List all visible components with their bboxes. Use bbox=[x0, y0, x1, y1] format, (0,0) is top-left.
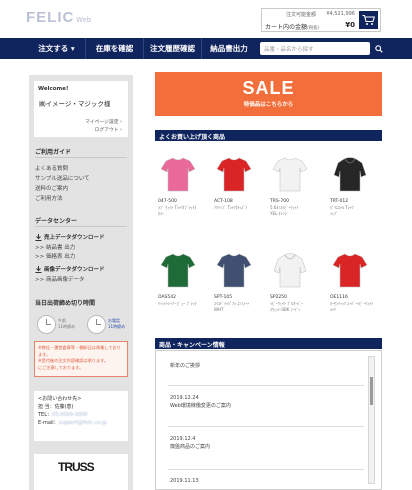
nav-order[interactable]: 注文する ▾ bbox=[28, 38, 86, 59]
clock-icon bbox=[87, 315, 106, 334]
product-code: TRT-012 bbox=[330, 199, 349, 204]
sale-banner[interactable]: SALE 特価品はこちらから bbox=[155, 72, 382, 116]
divider bbox=[35, 226, 127, 227]
guide-link-usage[interactable]: ご利用方法 bbox=[35, 194, 63, 202]
mypage-link[interactable]: マイページ設定 › bbox=[85, 118, 122, 125]
search-icon bbox=[374, 44, 383, 53]
product-image[interactable] bbox=[270, 155, 310, 193]
product-image[interactable] bbox=[330, 251, 370, 289]
divider bbox=[168, 469, 364, 470]
product-code: ACT-108 bbox=[214, 199, 233, 204]
product-image[interactable] bbox=[214, 251, 254, 289]
cart-summary[interactable]: 注文可能金額 ¥4,521,996 カート内の金額(税抜) ¥0 bbox=[261, 8, 381, 32]
product-image[interactable] bbox=[158, 251, 198, 289]
product-image[interactable] bbox=[214, 155, 254, 193]
product-card[interactable]: 047-500 ﾗﾌﾞ ｳｪｲﾄ Tｼｬﾂ(ﾌﾞﾗｯｸ) ｶﾗｰ bbox=[158, 155, 204, 216]
product-name: ｵｰｾﾝﾃｨｯｸ ｽｰﾊﾟｰﾍﾋﾞｰｳｪｲﾄ ｼｬﾂ bbox=[330, 301, 374, 312]
product-name: ﾗﾌﾞ ｳｪｲﾄ Tｼｬﾂ(ﾌﾞﾗｯｸ) ｶﾗｰ bbox=[158, 205, 197, 216]
product-image[interactable] bbox=[158, 155, 198, 193]
product-card[interactable]: SP2250 ﾍﾋﾞｰｳｪｲﾄ ﾌﾟﾙｵｰﾊﾞｰ ｽｳｪｯﾄ-SBK ﾌｰﾃﾞｨ bbox=[270, 251, 316, 312]
welcome-box: Welcome! ㈱イメージ・マジック様 マイページ設定 › ログアウト › bbox=[34, 81, 128, 137]
download-icon bbox=[35, 265, 42, 273]
nav-history[interactable]: 注文履歴確認 bbox=[144, 38, 202, 59]
search-button[interactable] bbox=[372, 42, 385, 55]
product-card[interactable]: TRS-700 5.6ｵﾝｽﾍﾋﾞｰｳｪｲﾄ YEL-ｵﾚﾝｼﾞ bbox=[270, 155, 316, 216]
guide-link-faq[interactable]: よくある質問 bbox=[35, 164, 68, 172]
product-image[interactable] bbox=[270, 251, 310, 289]
cart-total-value: ¥0 bbox=[345, 21, 355, 29]
divider bbox=[35, 157, 127, 158]
popular-products-heading: よくお買い上げ頂く商品 bbox=[155, 130, 382, 141]
company-name: ㈱イメージ・マジック様 bbox=[39, 100, 111, 108]
datacenter-heading: データセンター bbox=[35, 218, 78, 225]
clock-icon bbox=[37, 315, 56, 334]
product-code: OAS542 bbox=[158, 295, 176, 300]
logout-link[interactable]: ログアウト › bbox=[95, 126, 122, 133]
welcome-heading: Welcome! bbox=[38, 86, 69, 92]
news-item[interactable]: 2019.12.24 Web環境稼働変更のご案内 bbox=[170, 394, 231, 410]
cutoff-heading: 当日出荷締め切り時間 bbox=[35, 300, 96, 307]
contact-tel: TEL：03-0000-0000 bbox=[38, 412, 88, 418]
site-logo[interactable]: FELIC Web bbox=[26, 9, 91, 26]
product-code: 047-500 bbox=[158, 199, 177, 204]
scrollbar-thumb[interactable] bbox=[370, 377, 373, 405]
product-name: ｽｲｽﾄﾞﾗｲﾊﾟﾌｫ ｺﾝﾌｫｰﾄ WHT bbox=[214, 301, 250, 312]
contact-title: <お問い合わせ先> bbox=[38, 396, 82, 402]
product-name: ﾘﾐｯﾄﾄﾚｰﾅｰ ﾋﾞｭｰ ﾌﾞﾗｯｸ bbox=[158, 301, 197, 306]
product-image[interactable] bbox=[330, 155, 370, 193]
clock2-text: お電話 11時締め bbox=[108, 318, 126, 329]
news-list: 新年のご挨拶 2019.12.24 Web環境稼働変更のご案内 2019.12.4… bbox=[155, 350, 382, 490]
news-scrollbar[interactable] bbox=[368, 356, 375, 484]
invoice-output-link[interactable]: >> 納品書 出力 bbox=[35, 243, 75, 251]
product-card[interactable]: OAS542 ﾘﾐｯﾄﾄﾚｰﾅｰ ﾋﾞｭｰ ﾌﾞﾗｯｸ bbox=[158, 251, 204, 307]
image-download[interactable]: 画像データダウンロード bbox=[35, 265, 105, 273]
product-card[interactable]: ACT-108 ｱｸﾃｨﾌﾞ Tｼｬﾂ(ｷｯｽﾞ) bbox=[214, 155, 260, 211]
nav-stock[interactable]: 在庫を確認 bbox=[86, 38, 144, 59]
news-heading: 商品・キャンペーン情報 bbox=[155, 338, 382, 349]
divider bbox=[168, 385, 364, 386]
divider bbox=[168, 426, 364, 427]
product-code: SP2250 bbox=[270, 295, 288, 300]
product-images-link[interactable]: >> 商品画像データ bbox=[35, 275, 84, 283]
sales-download[interactable]: 売上データダウンロード bbox=[35, 233, 105, 241]
sale-title: SALE bbox=[242, 78, 295, 98]
truss-banner[interactable]: TRUSS bbox=[34, 454, 128, 490]
product-code: TRS-700 bbox=[270, 199, 289, 204]
news-item[interactable]: 新年のご挨拶 bbox=[170, 362, 200, 370]
cart-button[interactable] bbox=[359, 11, 378, 29]
product-card[interactable]: SPT-105 ｽｲｽﾄﾞﾗｲﾊﾟﾌｫ ｺﾝﾌｫｰﾄ WHT bbox=[214, 251, 260, 312]
notice-box: ※弊社・運営倉庫等・棚卸日は休業しております。 ※受付後の注文内容確認は承ります… bbox=[34, 341, 128, 377]
cart-total-label: カート内の金額(税抜) bbox=[265, 24, 320, 31]
product-code: SPT-105 bbox=[214, 295, 233, 300]
search-input[interactable]: 品番・品名から探す bbox=[260, 42, 370, 55]
guide-heading: ご利用ガイド bbox=[35, 149, 72, 156]
truss-logo: TRUSS bbox=[58, 460, 95, 474]
product-code: OE1116 bbox=[330, 295, 348, 300]
sidebar: Welcome! ㈱イメージ・マジック様 マイページ設定 › ログアウト › ご… bbox=[29, 75, 133, 490]
news-item[interactable]: 2019.12.4 廃盤商品のご案内 bbox=[170, 435, 210, 451]
order-limit-label: 注文可能金額 bbox=[286, 12, 317, 18]
product-card[interactable]: TRT-012 ﾎﾟﾘｴｽﾃﾙ Tｼｬﾂ ﾗｯﾌﾟ bbox=[330, 155, 376, 216]
guide-link-shipping[interactable]: 送料のご案内 bbox=[35, 184, 68, 192]
main-nav: 注文する ▾ 在庫を確認 注文履歴確認 納品書出力 品番・品名から探す bbox=[0, 38, 412, 59]
nav-invoice[interactable]: 納品書出力 bbox=[202, 38, 256, 59]
guide-link-sample[interactable]: サンプル送品について bbox=[35, 174, 90, 182]
product-card[interactable]: OE1116 ｵｰｾﾝﾃｨｯｸ ｽｰﾊﾟｰﾍﾋﾞｰｳｪｲﾄ ｼｬﾂ bbox=[330, 251, 376, 312]
product-name: 5.6ｵﾝｽﾍﾋﾞｰｳｪｲﾄ YEL-ｵﾚﾝｼﾞ bbox=[270, 205, 299, 216]
pricelist-output-link[interactable]: >> 価格表 出力 bbox=[35, 252, 75, 260]
contact-box: <お問い合わせ先> 担 当：佐藤(恵) TEL：03-0000-0000 E-m… bbox=[34, 391, 128, 441]
order-limit-value: ¥4,521,996 bbox=[326, 11, 355, 17]
news-item[interactable]: 2019.11.13 bbox=[170, 477, 199, 485]
product-name: ｱｸﾃｨﾌﾞ Tｼｬﾂ(ｷｯｽﾞ) bbox=[214, 205, 247, 210]
product-name: ﾎﾟﾘｴｽﾃﾙ Tｼｬﾂ ﾗｯﾌﾟ bbox=[330, 205, 354, 216]
contact-email: E-mail：support@felic.co.jp bbox=[38, 420, 107, 426]
cart-icon bbox=[362, 14, 375, 25]
sale-subtitle: 特価品はこちらから bbox=[243, 102, 294, 108]
clock1-text: 午前 11時締め bbox=[58, 318, 76, 329]
product-name: ﾍﾋﾞｰｳｪｲﾄ ﾌﾟﾙｵｰﾊﾞｰ ｽｳｪｯﾄ-SBK ﾌｰﾃﾞｨ bbox=[270, 301, 304, 312]
download-icon bbox=[35, 233, 42, 241]
contact-person: 担 当：佐藤(恵) bbox=[38, 404, 74, 410]
